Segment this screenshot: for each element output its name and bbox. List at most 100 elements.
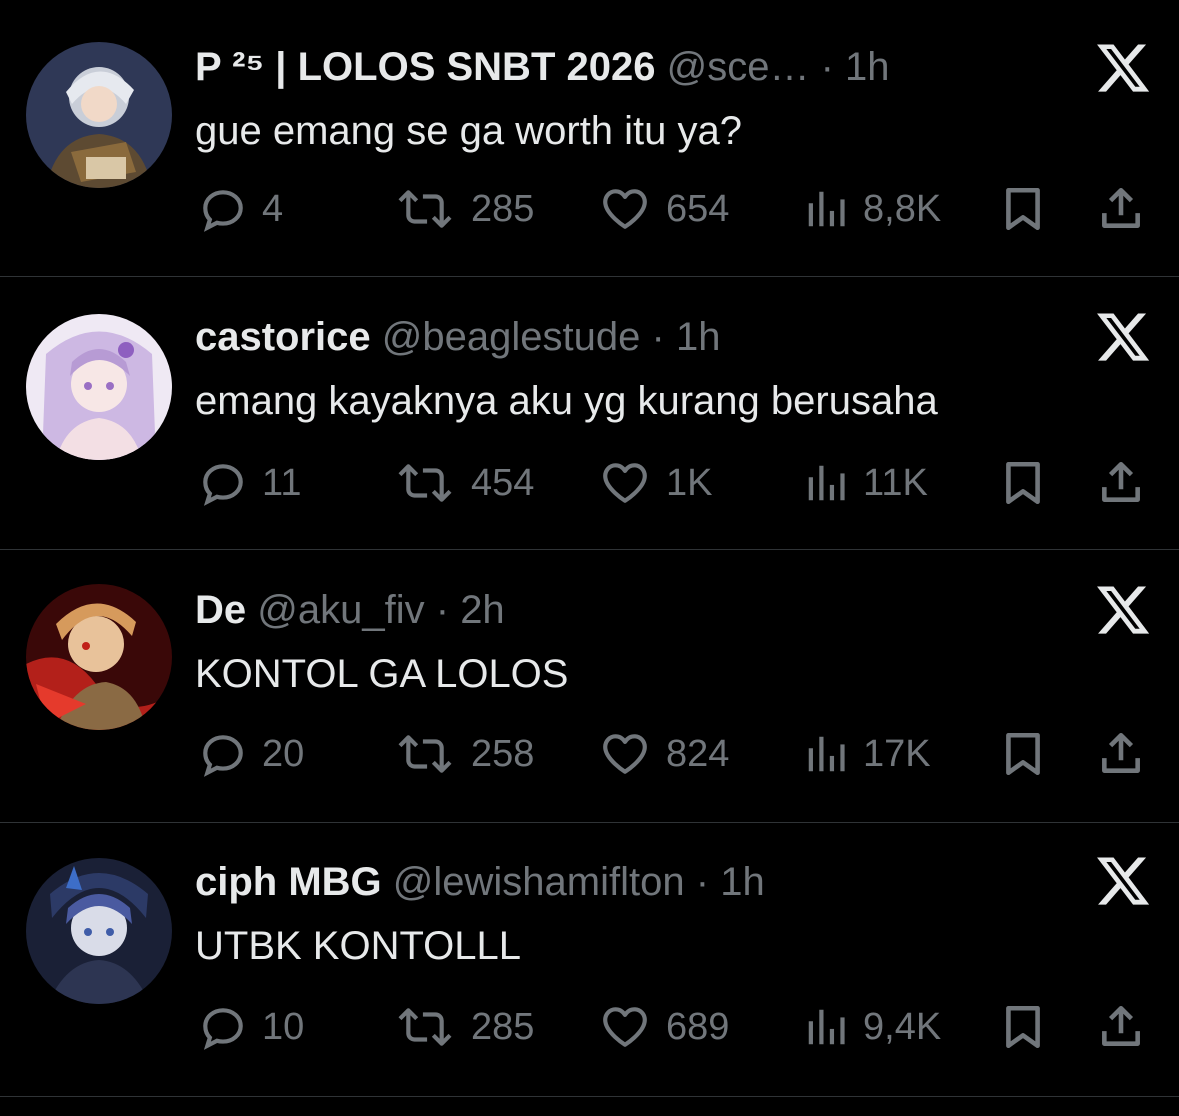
reply-count: 11 <box>262 461 302 504</box>
views-button[interactable]: 17K <box>803 724 931 784</box>
views-icon <box>808 465 845 501</box>
timestamp[interactable]: 1h <box>676 315 721 359</box>
display-name[interactable]: De <box>195 588 246 632</box>
bookmark-button[interactable] <box>998 724 1048 784</box>
divider <box>0 822 1179 823</box>
timestamp[interactable]: 1h <box>720 860 765 904</box>
bookmark-icon <box>1006 461 1040 505</box>
bookmark-button[interactable] <box>998 997 1048 1057</box>
avatar-image <box>26 858 172 1004</box>
bookmark-icon <box>1006 732 1040 776</box>
action-bar: 20 258 824 17K <box>0 724 1179 784</box>
separator-dot: · <box>695 860 710 904</box>
reply-button[interactable]: 10 <box>198 997 304 1057</box>
views-icon <box>808 736 845 772</box>
action-bar: 10 285 689 9,4K <box>0 997 1179 1057</box>
tweet-text: KONTOL GA LOLOS <box>195 652 569 696</box>
share-button[interactable] <box>1096 453 1146 513</box>
retweet-icon <box>398 190 452 228</box>
reply-count: 10 <box>262 1005 305 1048</box>
user-handle[interactable]: @sce… <box>667 45 810 89</box>
bookmark-icon <box>1006 1005 1040 1049</box>
like-count: 689 <box>666 1005 730 1048</box>
divider <box>0 1096 1179 1097</box>
tweet-text: UTBK KONTOLLL <box>195 924 522 968</box>
tweet-text: emang kayaknya aku yg kurang berusaha <box>195 379 938 423</box>
timestamp[interactable]: 1h <box>845 45 890 89</box>
avatar[interactable] <box>26 858 172 1004</box>
display-name[interactable]: P ²⁵ | LOLOS SNBT 2026 <box>195 45 655 89</box>
bookmark-icon <box>1006 187 1040 231</box>
tweet-4[interactable]: ciph MBG @lewishamiflton · 1h UTBK KONTO… <box>0 824 1179 1096</box>
retweet-button[interactable]: 454 <box>393 453 534 513</box>
reply-button[interactable]: 11 <box>198 453 301 513</box>
x-logo-icon[interactable] <box>1094 581 1152 639</box>
share-button[interactable] <box>1096 997 1146 1057</box>
like-button[interactable]: 689 <box>598 997 729 1057</box>
timestamp[interactable]: 2h <box>460 588 505 632</box>
tweet-header: De @aku_fiv · 2h <box>195 586 969 634</box>
avatar[interactable] <box>26 314 172 460</box>
avatar-image <box>26 42 172 188</box>
avatar-image <box>26 584 172 730</box>
display-name[interactable]: castorice <box>195 315 371 359</box>
reply-button[interactable]: 20 <box>198 724 304 784</box>
share-icon <box>1102 1005 1140 1046</box>
retweet-icon <box>398 464 452 502</box>
retweet-count: 285 <box>471 187 535 230</box>
retweet-button[interactable]: 285 <box>393 997 534 1057</box>
reply-icon <box>203 190 243 232</box>
view-count: 11K <box>863 461 928 504</box>
bookmark-button[interactable] <box>998 453 1048 513</box>
retweet-button[interactable]: 285 <box>393 179 534 239</box>
display-name[interactable]: ciph MBG <box>195 860 382 904</box>
avatar[interactable] <box>26 584 172 730</box>
avatar-image <box>26 314 172 460</box>
user-handle[interactable]: @lewishamiflton <box>393 860 685 904</box>
view-count: 9,4K <box>863 1005 942 1048</box>
tweet-2[interactable]: castorice @beaglestude · 1h emang kayakn… <box>0 278 1179 550</box>
share-icon <box>1102 732 1140 773</box>
reply-count: 20 <box>262 732 305 775</box>
view-count: 8,8K <box>863 187 942 230</box>
retweet-icon <box>398 1008 452 1046</box>
x-logo-icon[interactable] <box>1094 39 1152 97</box>
divider <box>0 549 1179 550</box>
like-count: 1K <box>666 461 713 504</box>
view-count: 17K <box>863 732 931 775</box>
share-button[interactable] <box>1096 179 1146 239</box>
bookmark-button[interactable] <box>998 179 1048 239</box>
tweet-text: gue emang se ga worth itu ya? <box>195 109 743 153</box>
tweet-1[interactable]: P ²⁵ | LOLOS SNBT 2026 @sce… · 1h gue em… <box>0 5 1179 277</box>
reply-button[interactable]: 4 <box>198 179 283 239</box>
views-button[interactable]: 8,8K <box>803 179 941 239</box>
like-count: 824 <box>666 732 730 775</box>
heart-icon <box>603 463 647 503</box>
views-icon <box>808 191 845 227</box>
like-count: 654 <box>666 187 730 230</box>
share-button[interactable] <box>1096 724 1146 784</box>
like-button[interactable]: 654 <box>598 179 729 239</box>
tweet-header: ciph MBG @lewishamiflton · 1h <box>195 858 969 906</box>
views-button[interactable]: 11K <box>803 453 928 513</box>
user-handle[interactable]: @aku_fiv <box>257 588 424 632</box>
tweet-3[interactable]: De @aku_fiv · 2h KONTOL GA LOLOS 20 258 … <box>0 551 1179 823</box>
reply-icon <box>203 1008 243 1050</box>
avatar[interactable] <box>26 42 172 188</box>
share-icon <box>1102 187 1140 228</box>
retweet-button[interactable]: 258 <box>393 724 534 784</box>
user-handle[interactable]: @beaglestude <box>382 315 641 359</box>
x-logo-icon[interactable] <box>1094 308 1152 366</box>
reply-icon <box>203 464 243 506</box>
x-logo-icon[interactable] <box>1094 852 1152 910</box>
action-bar: 11 454 1K 11K <box>0 453 1179 513</box>
retweet-count: 258 <box>471 732 535 775</box>
reply-icon <box>203 735 243 777</box>
like-button[interactable]: 1K <box>598 453 712 513</box>
retweet-count: 285 <box>471 1005 535 1048</box>
share-icon <box>1102 461 1140 502</box>
views-button[interactable]: 9,4K <box>803 997 941 1057</box>
heart-icon <box>603 734 647 774</box>
like-button[interactable]: 824 <box>598 724 729 784</box>
separator-dot: · <box>820 45 834 89</box>
